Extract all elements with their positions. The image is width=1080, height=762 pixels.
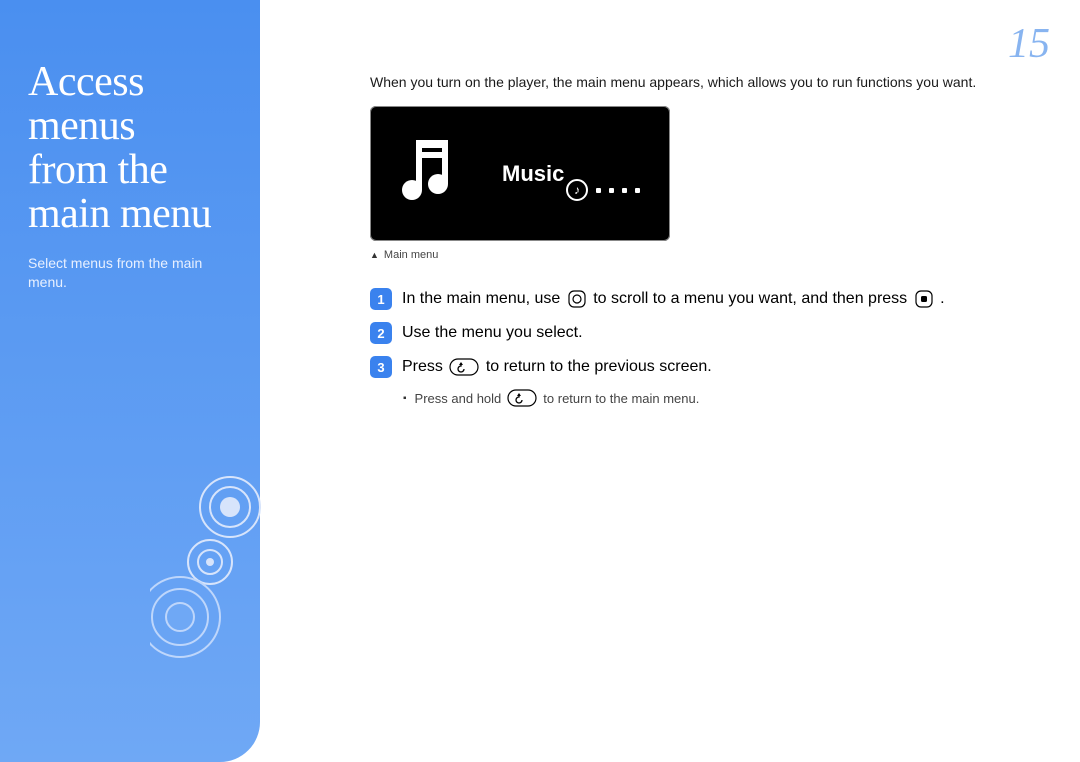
step-text: Use the menu you select. xyxy=(402,321,950,345)
step-1: 1 In the main menu, use to scroll to a m… xyxy=(370,287,950,311)
screenshot-caption: Main menu xyxy=(370,249,1050,261)
back-button-icon xyxy=(449,358,479,376)
title-line: main menu xyxy=(28,192,240,236)
sidebar: Access menus from the main menu Select m… xyxy=(0,0,260,762)
manual-page: Access menus from the main menu Select m… xyxy=(0,0,1080,762)
screenshot-label: Music xyxy=(502,161,564,187)
step-3: 3 Press to return to the previous screen… xyxy=(370,355,950,379)
content-area: 15 When you turn on the player, the main… xyxy=(260,0,1080,762)
music-note-icon xyxy=(392,134,472,214)
step-3-sub: Press and hold to return to the main men… xyxy=(403,389,950,407)
step-text: In the main menu, use to scroll to a men… xyxy=(402,287,950,311)
steps-list: 1 In the main menu, use to scroll to a m… xyxy=(370,287,950,407)
step-number-badge: 3 xyxy=(370,356,392,378)
title-line: from the xyxy=(28,148,240,192)
back-button-icon xyxy=(507,389,537,407)
disc-icon: ♪ xyxy=(566,179,588,201)
section-subtitle: Select menus from the main menu. xyxy=(28,254,240,292)
select-button-icon xyxy=(914,290,934,308)
ring-button-icon xyxy=(567,290,587,308)
page-number: 15 xyxy=(1008,20,1050,68)
device-screenshot: Music ♪ xyxy=(370,106,670,241)
step-2: 2 Use the menu you select. xyxy=(370,321,950,345)
intro-text: When you turn on the player, the main me… xyxy=(370,72,1050,92)
title-line: Access menus xyxy=(28,60,240,148)
page-indicator-icon: ♪ xyxy=(566,179,640,201)
step-number-badge: 1 xyxy=(370,288,392,310)
section-title: Access menus from the main menu xyxy=(28,60,240,236)
step-text: Press to return to the previous screen. xyxy=(402,355,950,379)
step-number-badge: 2 xyxy=(370,322,392,344)
